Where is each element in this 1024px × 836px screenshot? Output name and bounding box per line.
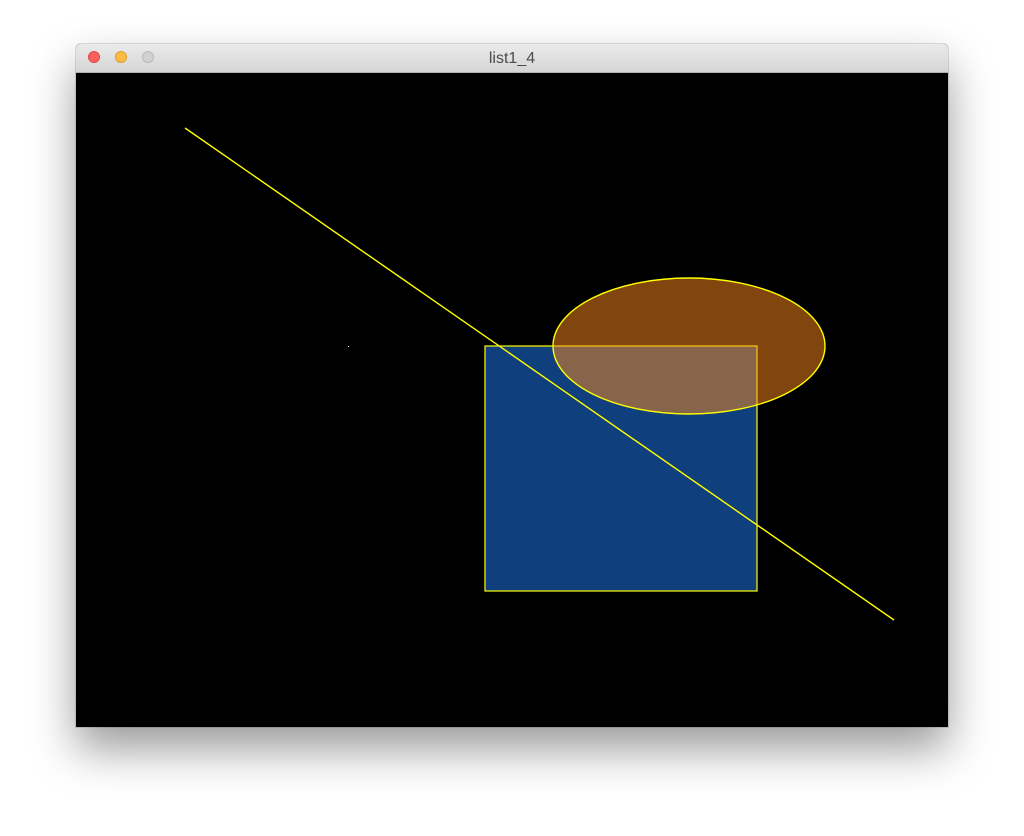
small-point xyxy=(348,346,349,347)
drawing-canvas xyxy=(76,73,948,727)
title-bar[interactable]: list1_4 xyxy=(76,44,948,73)
drawing-surface xyxy=(184,127,895,621)
orange-ellipse xyxy=(552,277,826,415)
app-window: list1_4 xyxy=(76,44,948,727)
window-title: list1_4 xyxy=(488,50,536,67)
